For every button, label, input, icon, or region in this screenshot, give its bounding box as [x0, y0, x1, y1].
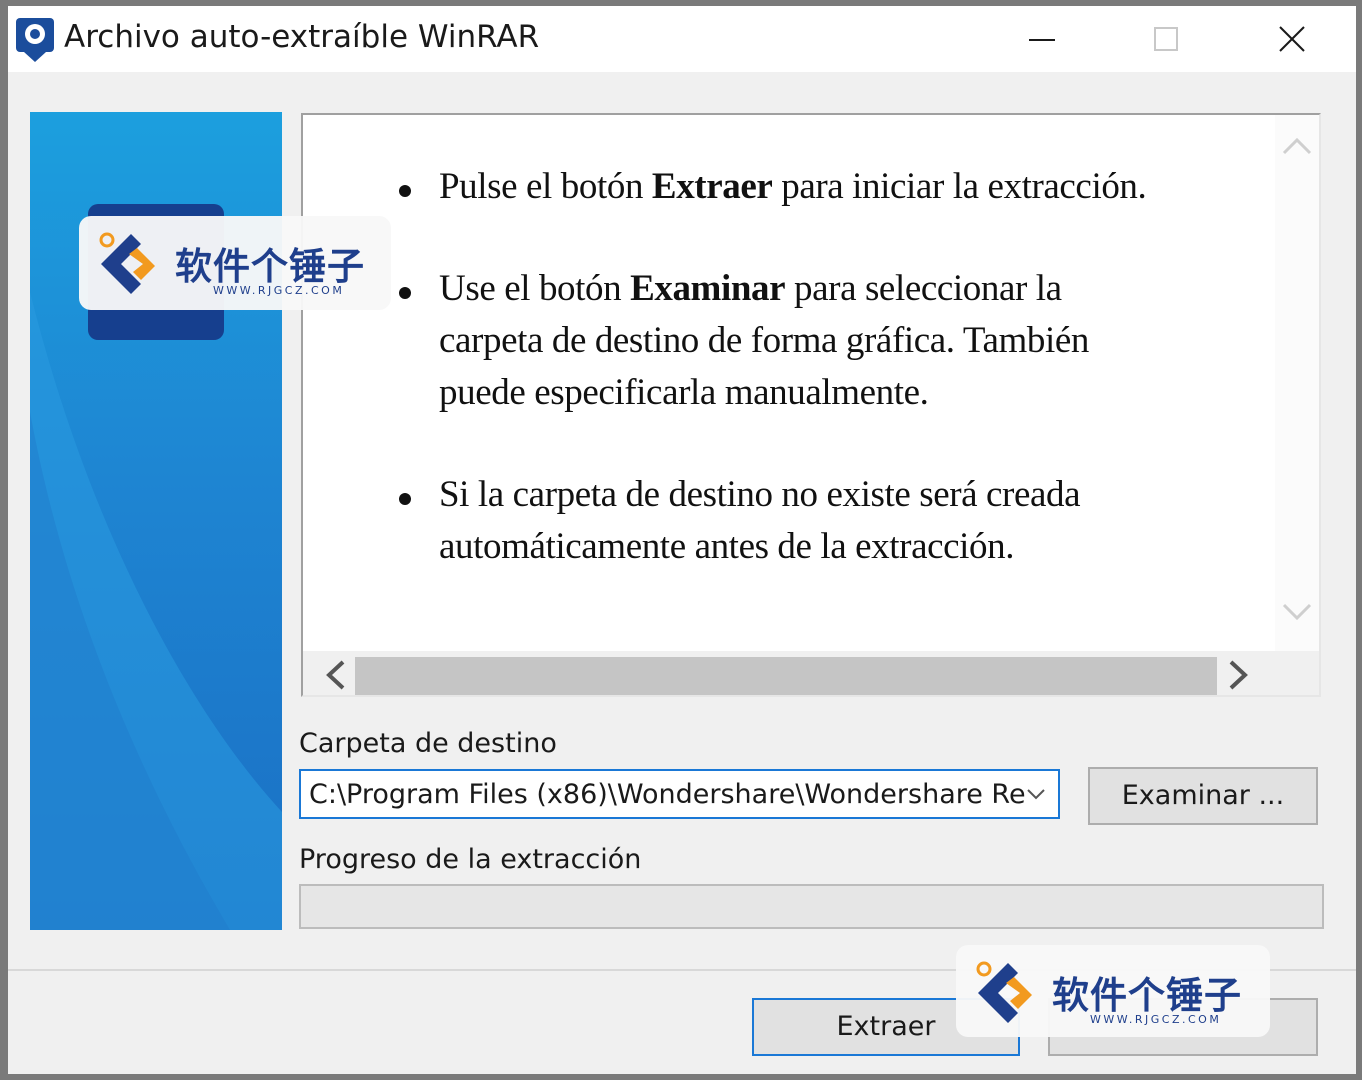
- watermark-logo-icon: [99, 232, 155, 294]
- maximize-button[interactable]: [1106, 6, 1226, 72]
- watermark-text: 软件个锤子: [175, 245, 365, 288]
- minimize-icon: [1029, 39, 1055, 41]
- window-title: Archivo auto-extraíble WinRAR: [64, 19, 540, 55]
- instructions-content: Pulse el botón Extraer para iniciar la e…: [303, 115, 1275, 653]
- chevron-up-icon[interactable]: [1281, 133, 1313, 157]
- extraction-progress-bar: [299, 884, 1324, 929]
- instruction-2-line-2: carpeta de destino de forma gráfica. Tam…: [439, 320, 1089, 361]
- browse-button[interactable]: Examinar ...: [1088, 767, 1318, 825]
- bullet-dot: [399, 287, 411, 299]
- instruction-2-bold: Examinar: [630, 268, 786, 309]
- instruction-1-bold: Extraer: [651, 166, 773, 207]
- horizontal-scroll-thumb[interactable]: [355, 657, 1217, 695]
- destination-input[interactable]: C:\Program Files (x86)\Wondershare\Wonde…: [309, 779, 1026, 810]
- watermark-url: WWW.RJGCZ.COM: [213, 284, 345, 297]
- instruction-1-post: para iniciar la extracción.: [772, 166, 1147, 207]
- chevron-left-icon[interactable]: [321, 658, 349, 692]
- watermark-url: WWW.RJGCZ.COM: [1090, 1013, 1222, 1026]
- watermark-badge: 软件个锤子 WWW.RJGCZ.COM: [956, 945, 1270, 1037]
- chevron-down-icon[interactable]: [1026, 787, 1046, 801]
- title-bar[interactable]: Archivo auto-extraíble WinRAR: [8, 6, 1356, 72]
- instruction-3-line-1: Si la carpeta de destino no existe será …: [439, 474, 1081, 515]
- instruction-2-post: para seleccionar la: [785, 268, 1062, 309]
- sfx-dialog-window: Archivo auto-extraíble WinRAR Pulse el b…: [8, 6, 1356, 1074]
- instruction-2-pre: Use el botón: [439, 268, 631, 309]
- minimize-button[interactable]: [982, 6, 1102, 72]
- close-button[interactable]: [1232, 6, 1352, 72]
- horizontal-scrollbar[interactable]: [303, 651, 1319, 695]
- destination-label: Carpeta de destino: [299, 728, 557, 759]
- close-icon: [1279, 26, 1305, 52]
- instruction-2-line-3: puede especificarla manualmente.: [439, 372, 929, 413]
- chevron-right-icon[interactable]: [1225, 658, 1253, 692]
- watermark-logo-icon: [976, 961, 1032, 1023]
- instructions-panel[interactable]: Pulse el botón Extraer para iniciar la e…: [301, 113, 1321, 697]
- maximize-icon: [1154, 27, 1178, 51]
- bullet-dot: [399, 185, 411, 197]
- destination-combobox[interactable]: C:\Program Files (x86)\Wondershare\Wonde…: [299, 769, 1060, 819]
- progress-label: Progreso de la extracción: [299, 844, 642, 875]
- watermark-text: 软件个锤子: [1052, 974, 1242, 1017]
- winrar-sfx-icon: [14, 16, 56, 64]
- instruction-3-line-2: automáticamente antes de la extracción.: [439, 526, 1015, 567]
- bullet-dot: [399, 493, 411, 505]
- vertical-scrollbar[interactable]: [1275, 115, 1319, 651]
- instruction-2-line-1: Use el botón Examinar para seleccionar l…: [439, 263, 1062, 315]
- instruction-1-pre: Pulse el botón: [439, 166, 652, 207]
- instruction-1: Pulse el botón Extraer para iniciar la e…: [439, 161, 1147, 213]
- watermark-badge: 软件个锤子 WWW.RJGCZ.COM: [79, 216, 391, 310]
- chevron-down-icon[interactable]: [1281, 601, 1313, 625]
